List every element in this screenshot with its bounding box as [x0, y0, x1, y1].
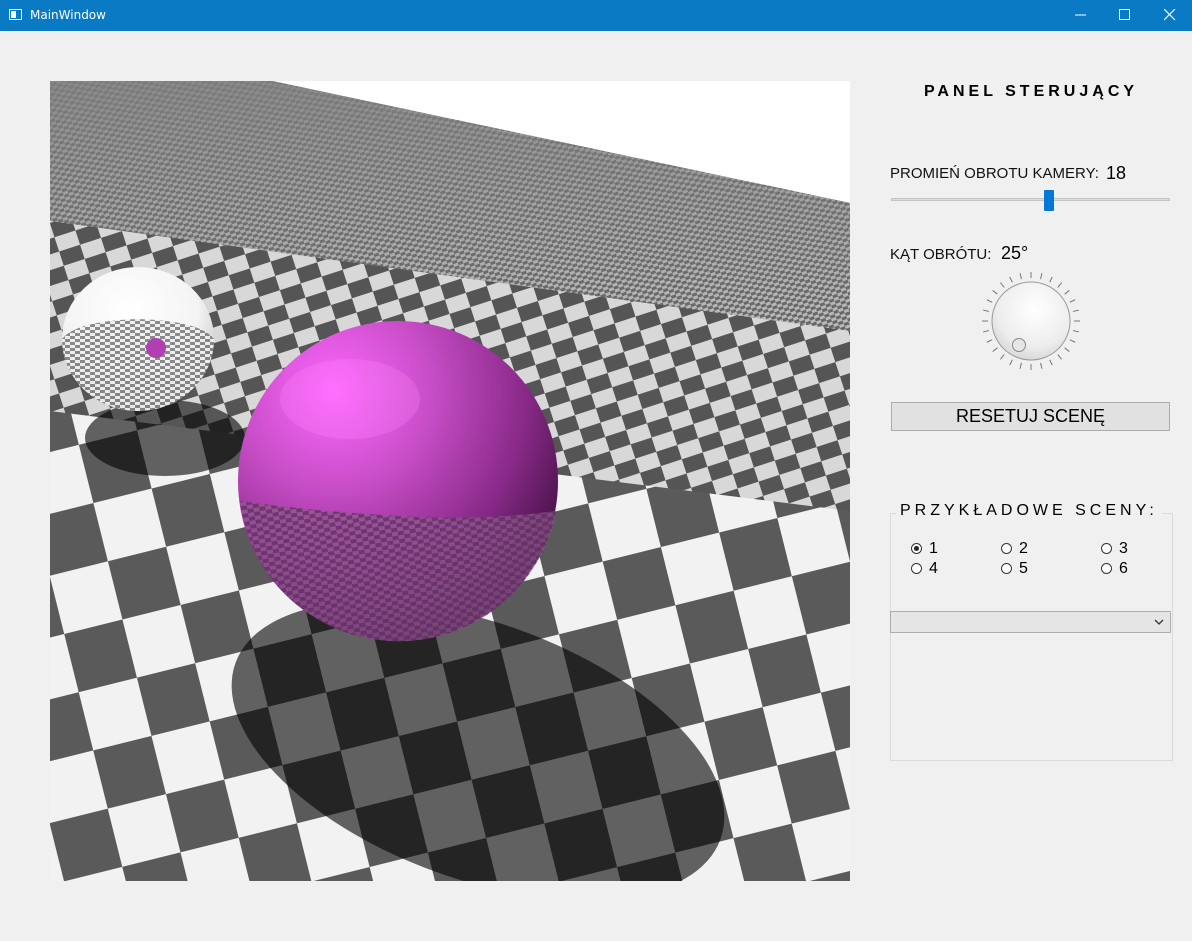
scene-radio-label: 6 — [1119, 560, 1128, 577]
chevron-down-icon — [1154, 619, 1164, 625]
dial-tick — [1019, 362, 1022, 369]
dial-tick — [1072, 309, 1079, 312]
dial-tick — [983, 330, 990, 333]
dial-tick — [1049, 276, 1053, 283]
app-icon — [9, 9, 22, 20]
radio-dot — [1101, 563, 1112, 574]
dial-tick — [1072, 330, 1079, 333]
scene-radio-label: 5 — [1019, 560, 1028, 577]
dial-tick — [1069, 339, 1076, 343]
dial-tick — [1019, 273, 1022, 280]
reset-scene-button[interactable]: RESETUJ SCENĘ — [891, 402, 1170, 431]
radio-dot — [1001, 563, 1012, 574]
dial-tick — [1040, 273, 1043, 280]
dial-tick — [1064, 290, 1070, 295]
dial-tick — [1064, 347, 1070, 352]
raytraced-scene-image — [50, 81, 850, 881]
example-scenes-title: PRZYKŁADOWE SCENY: — [896, 502, 1162, 520]
dial-tick — [986, 339, 993, 343]
dial-tick — [1000, 282, 1005, 288]
dial-tick — [1040, 362, 1043, 369]
dial-tick — [992, 290, 998, 295]
scene-combo-box[interactable] — [890, 611, 1171, 633]
dial-tick — [1057, 282, 1062, 288]
close-icon — [1164, 9, 1176, 21]
minimize-icon — [1075, 14, 1086, 16]
radio-dot — [911, 543, 922, 554]
scene-radio-label: 4 — [929, 560, 938, 577]
rotation-angle-dial[interactable] — [980, 270, 1082, 372]
camera-radius-value: 18 — [1106, 163, 1127, 183]
radio-dot — [1001, 543, 1012, 554]
dial-tick — [983, 309, 990, 312]
panel-title: PANEL STERUJĄCY — [923, 83, 1139, 100]
scene-radio-label: 2 — [1019, 540, 1028, 557]
dial-tick — [1049, 359, 1053, 366]
camera-radius-label: PROMIEŃ OBROTU KAMERY: — [890, 165, 1099, 182]
camera-radius-slider-track[interactable] — [891, 198, 1170, 201]
dial-tick — [992, 347, 998, 352]
dial-tick — [1009, 359, 1013, 366]
dial-tick — [1069, 299, 1076, 303]
dial-tick — [986, 299, 993, 303]
title-bar: MainWindow — [0, 0, 1192, 31]
maximize-icon — [1119, 9, 1130, 20]
scene-radio-label: 3 — [1119, 540, 1128, 557]
dial-tick — [1009, 276, 1013, 283]
radio-dot — [911, 563, 922, 574]
scene-radio-label: 1 — [929, 540, 938, 557]
radio-dot — [1101, 543, 1112, 554]
maximize-button[interactable] — [1102, 0, 1148, 31]
close-button[interactable] — [1147, 0, 1192, 31]
dial-notch — [1012, 338, 1026, 352]
dial-tick — [1057, 354, 1062, 360]
rotation-angle-label: KĄT OBRÓTU: — [890, 246, 992, 263]
dial-tick — [1000, 354, 1005, 360]
camera-radius-slider-handle[interactable] — [1044, 190, 1055, 211]
render-viewport[interactable] — [50, 81, 850, 881]
rotation-angle-value: 25° — [1001, 243, 1029, 263]
window-title: MainWindow — [30, 8, 106, 22]
minimize-button[interactable] — [1058, 0, 1104, 31]
